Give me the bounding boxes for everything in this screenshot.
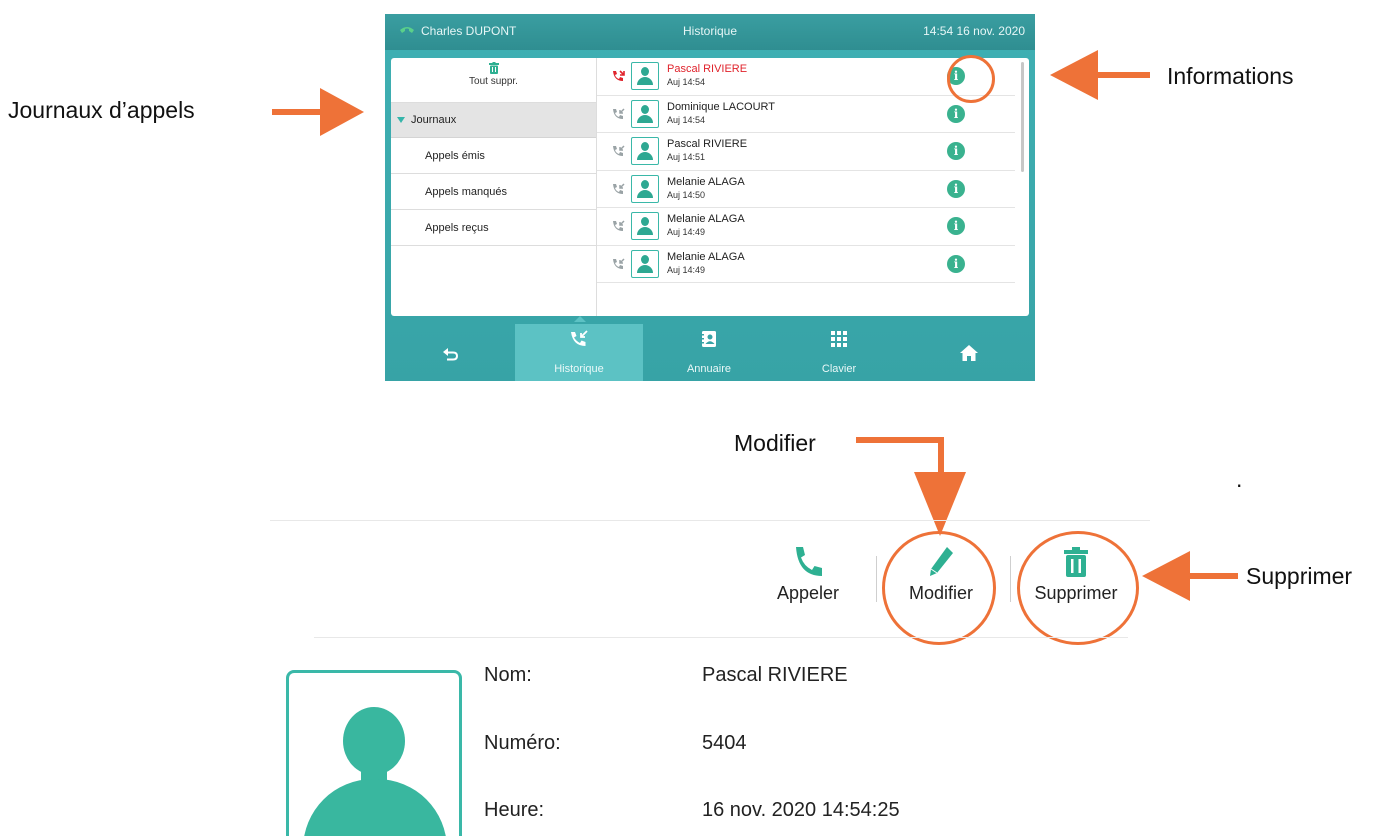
incoming-call-icon xyxy=(613,220,625,231)
back-icon xyxy=(443,348,458,361)
incoming-call-icon xyxy=(613,182,625,194)
arrow-right-icon xyxy=(272,88,364,136)
call-log-row[interactable]: Melanie ALAGA Auj 14:50 i xyxy=(597,171,1015,208)
divider xyxy=(270,520,1150,521)
active-tab-caret xyxy=(574,316,586,322)
name-label: Nom: xyxy=(484,664,532,686)
call-log-row[interactable]: Pascal RIVIERE Auj 14:51 i xyxy=(597,133,1015,171)
call-log-row[interactable]: Dominique LACOURT Auj 14:54 i xyxy=(597,96,1015,133)
info-icon[interactable]: i xyxy=(947,104,965,123)
tab-label: Historique xyxy=(554,363,604,375)
section-label: Journaux xyxy=(411,114,457,126)
caller-name: Pascal RIVIERE xyxy=(667,138,748,150)
tab-label: Annuaire xyxy=(686,363,732,375)
contact-avatar xyxy=(631,137,659,165)
call-history-icon xyxy=(571,330,588,346)
info-icon[interactable]: i xyxy=(947,254,965,273)
annotation-dot: . xyxy=(1236,466,1243,492)
arrow-down-icon xyxy=(856,437,966,536)
call-log-row[interactable]: Melanie ALAGA Auj 14:49 i xyxy=(597,208,1015,246)
phone-screen: Charles DUPONT Historique 14:54 16 nov. … xyxy=(385,14,1035,381)
expand-triangle-icon xyxy=(397,117,405,123)
sidebar-item-label: Appels émis xyxy=(425,149,485,162)
annotation-modifier: Modifier xyxy=(734,430,816,456)
contact-avatar-large xyxy=(286,670,462,836)
info-icon[interactable]: i xyxy=(947,142,965,160)
arrow-left-icon xyxy=(1050,50,1150,100)
number-value: 5404 xyxy=(702,732,747,754)
history-sidebar: Tout suppr. Journaux Appels émis Appels … xyxy=(391,58,597,316)
info-icon[interactable]: i xyxy=(947,179,965,198)
arrow-left-icon xyxy=(1142,551,1238,601)
history-panel: Tout suppr. Journaux Appels émis Appels … xyxy=(391,58,1029,316)
caller-name: Melanie ALAGA xyxy=(667,213,745,225)
call-label: Appeler xyxy=(776,583,840,603)
caller-name: Pascal RIVIERE xyxy=(667,63,748,75)
caller-name: Dominique LACOURT xyxy=(667,100,776,113)
time-label: Heure: xyxy=(484,799,545,821)
action-separator xyxy=(876,556,877,602)
call-time: Auj 14:54 xyxy=(667,114,706,125)
call-time: Auj 14:49 xyxy=(667,227,706,237)
tab-clavier[interactable]: Clavier xyxy=(775,324,903,381)
contact-avatar xyxy=(631,99,659,128)
tab-label: Clavier xyxy=(821,363,857,375)
bottom-nav: Historique Annuaire Clavier xyxy=(385,316,1035,381)
missed-call-icon xyxy=(613,70,625,81)
scrollbar[interactable] xyxy=(1021,62,1024,172)
call-button[interactable]: Appeler xyxy=(764,545,852,604)
incoming-call-icon xyxy=(613,145,625,156)
info-icon[interactable]: i xyxy=(947,217,965,235)
contact-avatar xyxy=(631,62,659,90)
tab-historique[interactable]: Historique xyxy=(515,324,643,381)
delete-highlight-ring xyxy=(1017,531,1139,645)
annotation-supprimer: Supprimer xyxy=(1246,563,1353,589)
incoming-call-icon xyxy=(613,257,625,269)
delete-all-label: Tout suppr. xyxy=(469,76,518,87)
time-value: 16 nov. 2020 14:54:25 xyxy=(702,799,900,821)
sidebar-item-appels-manques[interactable]: Appels manqués xyxy=(391,174,596,210)
edit-highlight-ring xyxy=(882,531,996,645)
caller-name: Melanie ALAGA xyxy=(667,250,745,263)
contact-avatar xyxy=(631,212,659,240)
home-icon xyxy=(960,345,978,361)
sidebar-item-label: Appels manqués xyxy=(425,185,507,198)
caller-name: Melanie ALAGA xyxy=(667,175,745,188)
call-time: Auj 14:49 xyxy=(667,264,706,275)
contact-avatar xyxy=(631,249,659,278)
divider xyxy=(314,637,1128,638)
sidebar-item-appels-emis[interactable]: Appels émis xyxy=(391,138,596,174)
directory-icon xyxy=(701,331,716,347)
clock: 14:54 16 nov. 2020 xyxy=(923,24,1025,38)
call-log-list: Pascal RIVIERE Auj 14:54 i Dominique LAC… xyxy=(597,58,1015,316)
contact-avatar xyxy=(631,174,659,203)
home-button[interactable] xyxy=(905,324,1033,381)
sidebar-item-appels-recus[interactable]: Appels reçus xyxy=(391,210,596,246)
annotation-informations: Informations xyxy=(1167,63,1294,89)
name-value: Pascal RIVIERE xyxy=(702,664,848,686)
number-label: Numéro: xyxy=(484,732,561,754)
back-button[interactable] xyxy=(385,324,513,381)
call-time: Auj 14:51 xyxy=(667,152,706,162)
action-separator xyxy=(1010,556,1011,602)
call-time: Auj 14:50 xyxy=(667,189,706,200)
delete-all-button[interactable]: Tout suppr. xyxy=(391,62,596,103)
trash-icon xyxy=(488,62,499,74)
info-highlight-ring xyxy=(947,55,995,103)
keypad-icon xyxy=(831,331,847,347)
call-time: Auj 14:54 xyxy=(667,77,706,87)
call-log-row[interactable]: Melanie ALAGA Auj 14:49 i xyxy=(597,246,1015,283)
incoming-call-icon xyxy=(613,107,625,119)
phone-icon xyxy=(796,547,822,576)
status-bar: Charles DUPONT Historique 14:54 16 nov. … xyxy=(385,14,1035,50)
tab-annuaire[interactable]: Annuaire xyxy=(645,324,773,381)
sidebar-item-label: Appels reçus xyxy=(425,221,489,234)
annotation-journaux: Journaux d’appels xyxy=(8,97,195,123)
sidebar-section-journaux[interactable]: Journaux xyxy=(391,103,596,138)
